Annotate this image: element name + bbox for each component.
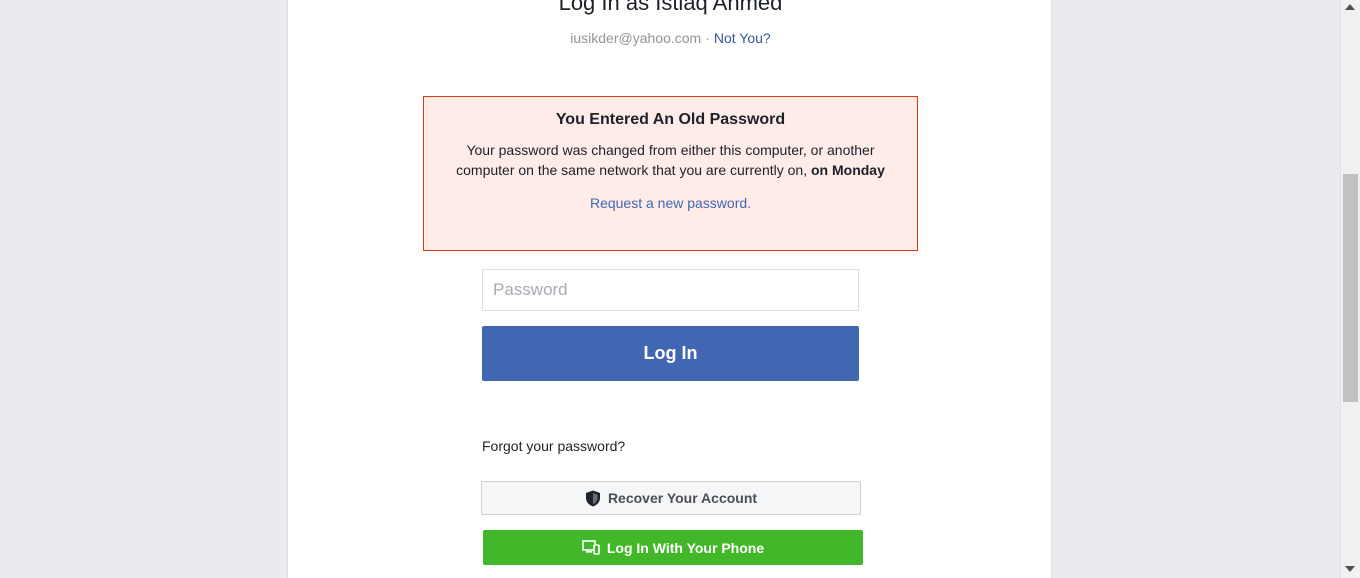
login-button[interactable]: Log In — [482, 326, 859, 381]
old-password-alert: You Entered An Old Password Your passwor… — [423, 96, 918, 251]
login-with-phone-label: Log In With Your Phone — [606, 539, 765, 556]
login-with-phone-button[interactable]: Log In With Your Phone — [483, 530, 863, 565]
recover-account-button[interactable]: Recover Your Account — [481, 481, 861, 515]
device-icon — [582, 540, 600, 555]
scroll-down-arrow-icon[interactable] — [1345, 566, 1355, 572]
scroll-thumb[interactable] — [1343, 174, 1358, 402]
page-scrollbar[interactable] — [1340, 0, 1360, 578]
alert-body: Your password was changed from either th… — [436, 140, 905, 180]
password-input[interactable] — [482, 269, 859, 311]
account-line: iusikder@yahoo.com · Not You? — [288, 29, 1053, 47]
account-email: iusikder@yahoo.com — [570, 30, 702, 46]
alert-title: You Entered An Old Password — [555, 111, 786, 128]
separator: · — [705, 30, 710, 46]
login-card: Log In as Istiaq Ahmed iusikder@yahoo.co… — [287, 0, 1052, 578]
forgot-password-label: Forgot your password? — [482, 438, 626, 454]
scroll-up-arrow-icon[interactable] — [1345, 4, 1355, 10]
page: Log In as Istiaq Ahmed iusikder@yahoo.co… — [0, 0, 1360, 578]
not-you-link[interactable]: Not You? — [714, 30, 771, 46]
shield-icon — [585, 490, 601, 507]
recover-account-label: Recover Your Account — [607, 490, 758, 506]
page-title: Log In as Istiaq Ahmed — [558, 0, 783, 15]
alert-body-bold: on Monday — [810, 162, 885, 178]
request-new-password-link[interactable]: Request a new password. — [590, 195, 751, 211]
